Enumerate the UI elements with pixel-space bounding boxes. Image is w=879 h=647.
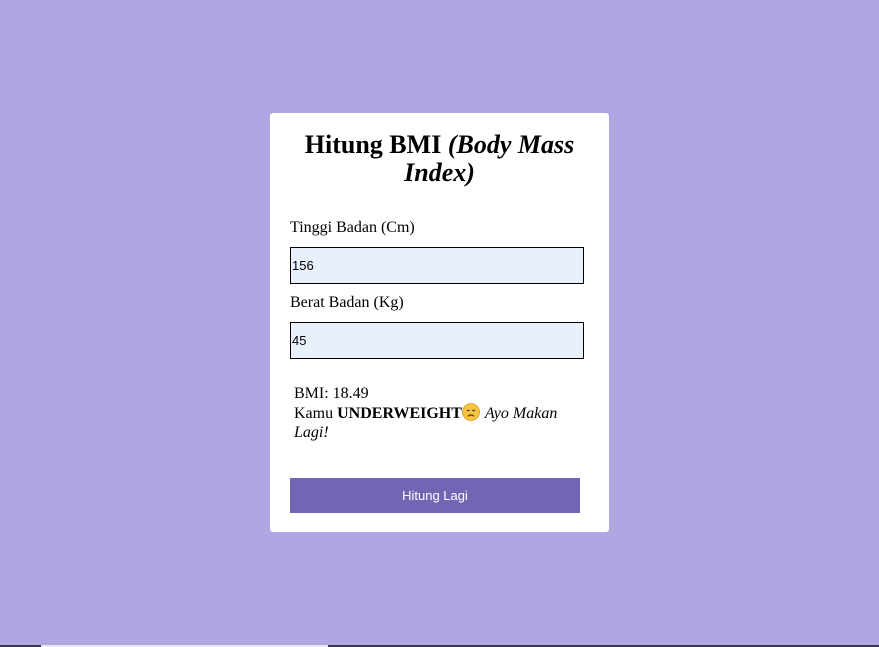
page: { "title": { "main": "Hitung BMI ", "ita… [0,0,879,647]
title-main: Hitung BMI [304,130,448,159]
category-prefix: Kamu [294,405,338,422]
page-title: Hitung BMI (Body Mass Index) [290,131,589,187]
bmi-category: UNDERWEIGHT [337,405,462,422]
bmi-label: BMI: [294,385,333,402]
height-input[interactable] [290,247,584,284]
height-label: Tinggi Badan (Cm) [290,219,415,236]
bmi-card: Hitung BMI (Body Mass Index) Tinggi Bada… [270,113,609,532]
weight-input[interactable] [290,322,584,359]
hitung-lagi-button[interactable]: Hitung Lagi [290,478,580,513]
weight-label: Berat Badan (Kg) [290,294,404,311]
bmi-category-line: Kamu UNDERWEIGHT Ayo Makan Lagi! [294,403,584,442]
bmi-value: 18.49 [332,385,369,402]
sad-face-icon [462,403,480,421]
bmi-line: BMI: 18.49 [294,384,584,403]
bmi-result: BMI: 18.49 Kamu UNDERWEIGHT Ayo Makan Lag… [294,384,584,442]
